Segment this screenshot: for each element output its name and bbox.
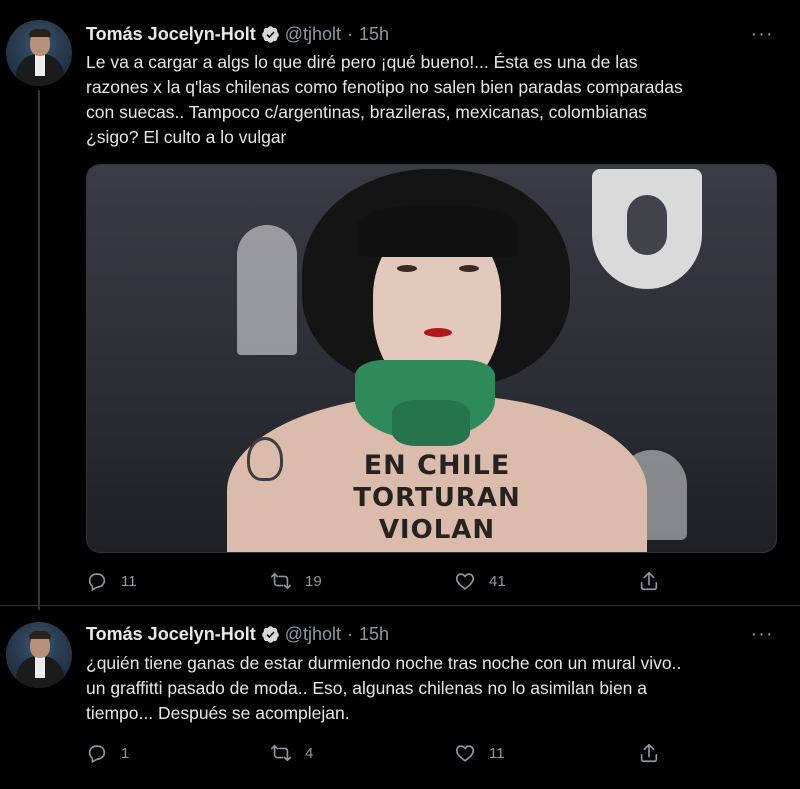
- like-button[interactable]: 41: [454, 568, 506, 594]
- tweet[interactable]: [0, 605, 800, 789]
- avatar-shirt: [35, 656, 45, 678]
- tweet-photo[interactable]: EN CHILE TORTURAN VIOLAN: [86, 164, 777, 553]
- photo-subject-eye: [459, 265, 479, 272]
- author-name[interactable]: Tomás Jocelyn-Holt: [86, 24, 256, 45]
- avatar-hair: [29, 631, 51, 639]
- retweet-button[interactable]: 19: [270, 568, 322, 594]
- timestamp[interactable]: 15h: [359, 24, 389, 45]
- body-painted-text: TORTURAN: [353, 483, 521, 513]
- photo-subject-bangs: [357, 205, 517, 257]
- green-scarf-knot: [392, 400, 470, 446]
- retweet-count: 19: [305, 572, 322, 590]
- body-painted-text: VIOLAN: [378, 515, 496, 545]
- author-handle[interactable]: @tjholt: [285, 24, 341, 45]
- avatar-shirt: [35, 54, 45, 76]
- tweet[interactable]: Tomás Jocelyn-Holt @tjholt · 15h ··· Le …: [0, 0, 800, 610]
- avatar-hair: [29, 29, 51, 37]
- author-avatar[interactable]: [6, 622, 72, 688]
- reply-count: 11: [121, 572, 137, 590]
- photo-subject-lips: [424, 328, 452, 337]
- author-avatar[interactable]: [6, 20, 72, 86]
- separator: ·: [347, 23, 353, 44]
- share-icon: [640, 571, 658, 591]
- tweet-text-line: Le va a cargar a algs lo que diré pero ¡…: [86, 52, 638, 72]
- tweet-text: Le va a cargar a algs lo que diré pero ¡…: [86, 50, 786, 150]
- verified-badge-icon: [261, 25, 279, 43]
- tweet-text-line: razones x la q'las chilenas como fenotip…: [86, 77, 683, 97]
- like-count: 41: [489, 572, 506, 590]
- background-logo-shape: [237, 225, 297, 355]
- like-icon: [455, 573, 475, 590]
- tweet-text-line: ¿sigo? El culto a lo vulgar: [86, 127, 287, 147]
- share-button[interactable]: [638, 568, 660, 594]
- more-icon[interactable]: ···: [750, 23, 774, 45]
- reply-icon: [88, 573, 106, 592]
- tweet-actions: 11 19 41: [86, 568, 686, 594]
- tweet-header: Tomás Jocelyn-Holt @tjholt · 15h: [86, 22, 389, 46]
- photo-subject-eye: [397, 265, 417, 272]
- skull-tattoo: [247, 437, 283, 481]
- background-logo-shape: [627, 195, 667, 255]
- tweet-text-line: con suecas.. Tampoco c/argentinas, brazi…: [86, 102, 647, 122]
- retweet-icon: [271, 572, 291, 590]
- thread-line: [38, 90, 40, 610]
- reply-button[interactable]: 11: [86, 568, 137, 594]
- body-painted-text: EN CHILE: [363, 450, 511, 481]
